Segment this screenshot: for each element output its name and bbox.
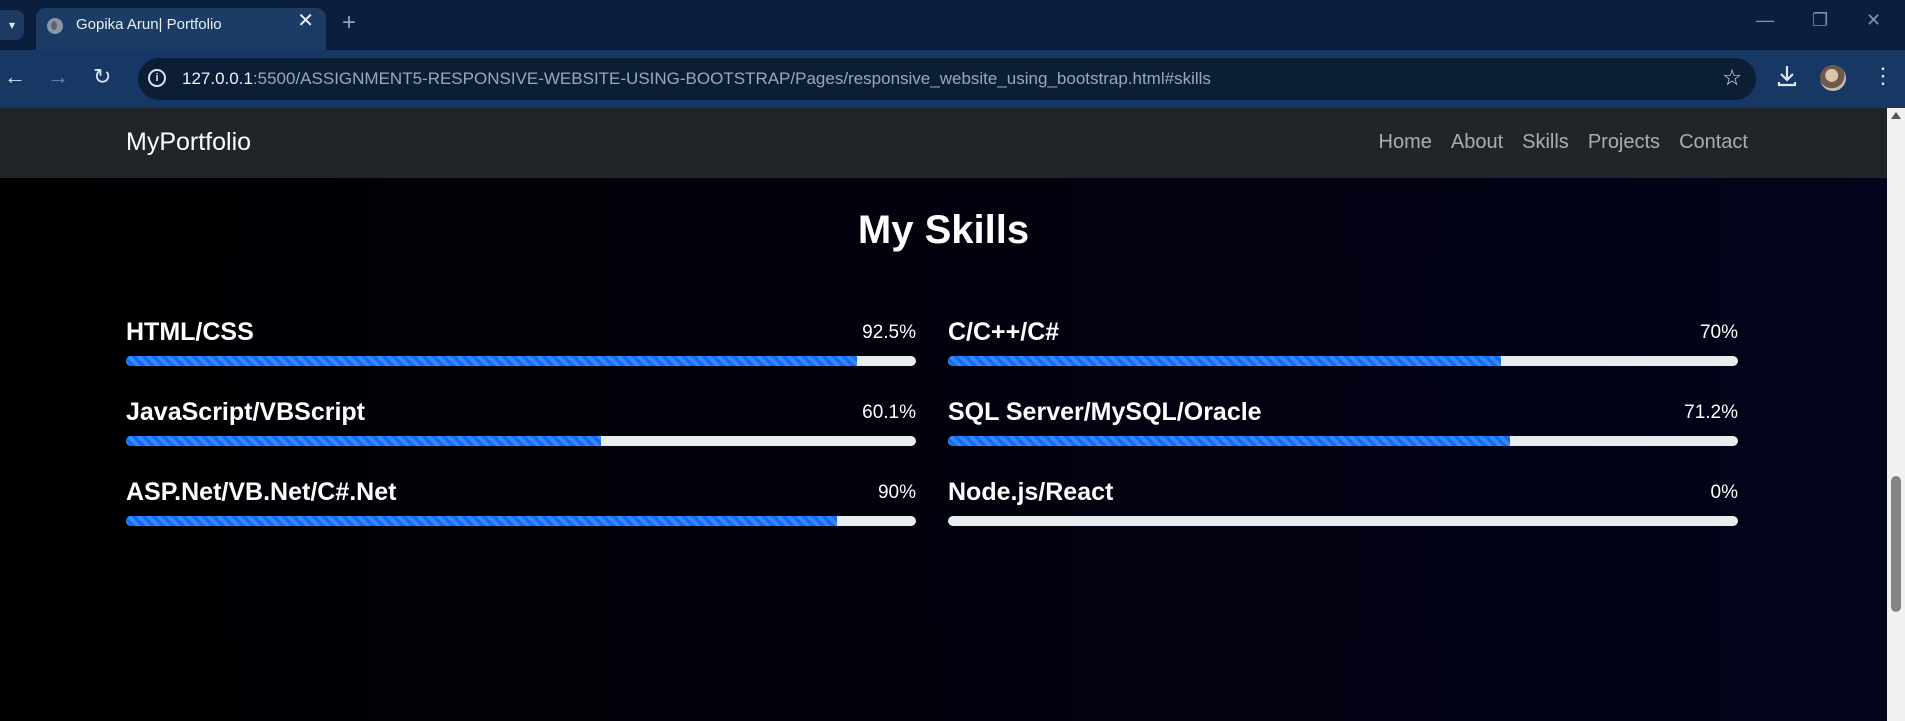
browser-toolbar: ← → ↻ i 127.0.0.1:5500/ASSIGNMENT5-RESPO… (0, 50, 1905, 108)
scroll-up-arrow-icon[interactable] (1891, 112, 1901, 119)
skill-item: JavaScript/VBScript 60.1% (126, 398, 916, 458)
tab-search-icon[interactable]: ▾ (0, 10, 24, 40)
progress-track (948, 356, 1738, 366)
url-host: 127.0.0.1 (182, 69, 253, 88)
nav-link-projects[interactable]: Projects (1588, 131, 1660, 154)
site-navbar: MyPortfolio Home About Skills Projects C… (0, 108, 1887, 178)
menu-dots-icon[interactable]: ⋮ (1872, 60, 1894, 92)
globe-icon (47, 18, 63, 34)
minimize-icon[interactable]: — (1756, 10, 1774, 30)
browser-tab[interactable]: Gopika Arun| Portfolio ✕ (36, 8, 326, 50)
skill-name: SQL Server/MySQL/Oracle (948, 398, 1262, 426)
url-text[interactable]: 127.0.0.1:5500/ASSIGNMENT5-RESPONSIVE-WE… (182, 69, 1211, 89)
skill-percent: 71.2% (1684, 402, 1738, 423)
skill-name: Node.js/React (948, 478, 1114, 506)
progress-fill (126, 436, 601, 446)
skill-percent: 90% (877, 482, 916, 503)
nav-link-contact[interactable]: Contact (1679, 131, 1748, 154)
skill-percent: 92.5% (862, 322, 916, 343)
nav-link-about[interactable]: About (1451, 131, 1503, 154)
progress-track (126, 436, 916, 446)
url-path: :5500/ASSIGNMENT5-RESPONSIVE-WEBSITE-USI… (252, 69, 1211, 88)
skill-percent: 70% (1699, 322, 1738, 343)
plus-icon[interactable]: + (342, 11, 356, 35)
skill-name: ASP.Net/VB.Net/C#.Net (126, 478, 397, 506)
window-close-icon[interactable]: ✕ (1866, 10, 1881, 30)
progress-track (948, 516, 1738, 526)
page-content: MyPortfolio Home About Skills Projects C… (0, 108, 1887, 721)
skill-name: HTML/CSS (126, 318, 254, 346)
skill-percent: 60.1% (862, 402, 916, 423)
nav-link-skills[interactable]: Skills (1522, 131, 1569, 154)
progress-track (948, 436, 1738, 446)
site-brand[interactable]: MyPortfolio (126, 128, 251, 157)
nav-links: Home About Skills Projects Contact (1379, 131, 1748, 154)
download-icon[interactable] (1776, 64, 1798, 88)
progress-fill (948, 436, 1511, 446)
progress-fill (126, 516, 837, 526)
info-icon[interactable]: i (148, 69, 166, 87)
progress-track (126, 356, 916, 366)
section-title: My Skills (857, 208, 1030, 252)
skill-item: C/C++/C# 70% (948, 318, 1738, 378)
reload-icon[interactable]: ↻ (93, 66, 111, 88)
avatar[interactable] (1820, 65, 1846, 91)
back-arrow-icon[interactable]: ← (4, 66, 26, 88)
close-icon[interactable]: ✕ (297, 11, 314, 31)
skill-item: HTML/CSS 92.5% (126, 318, 916, 378)
progress-fill (948, 356, 1501, 366)
restore-icon[interactable]: ❐ (1812, 10, 1828, 30)
scrollbar-thumb[interactable] (1891, 476, 1901, 612)
skill-item: Node.js/React 0% (948, 478, 1738, 538)
skill-name: C/C++/C# (948, 318, 1060, 346)
tab-title: Gopika Arun| Portfolio (76, 16, 222, 33)
star-icon[interactable]: ☆ (1722, 65, 1742, 91)
nav-link-home[interactable]: Home (1379, 131, 1432, 154)
skill-percent: 0% (1710, 482, 1738, 503)
progress-track (126, 516, 916, 526)
skill-item: SQL Server/MySQL/Oracle 71.2% (948, 398, 1738, 458)
address-bar[interactable]: i 127.0.0.1:5500/ASSIGNMENT5-RESPONSIVE-… (138, 58, 1756, 100)
browser-tab-strip: ▾ Gopika Arun| Portfolio ✕ + — ❐ ✕ (0, 0, 1905, 50)
forward-arrow-icon[interactable]: → (47, 66, 69, 88)
progress-fill (126, 356, 857, 366)
page-scrollbar[interactable] (1887, 108, 1905, 721)
skill-name: JavaScript/VBScript (126, 398, 365, 426)
skill-item: ASP.Net/VB.Net/C#.Net 90% (126, 478, 916, 538)
